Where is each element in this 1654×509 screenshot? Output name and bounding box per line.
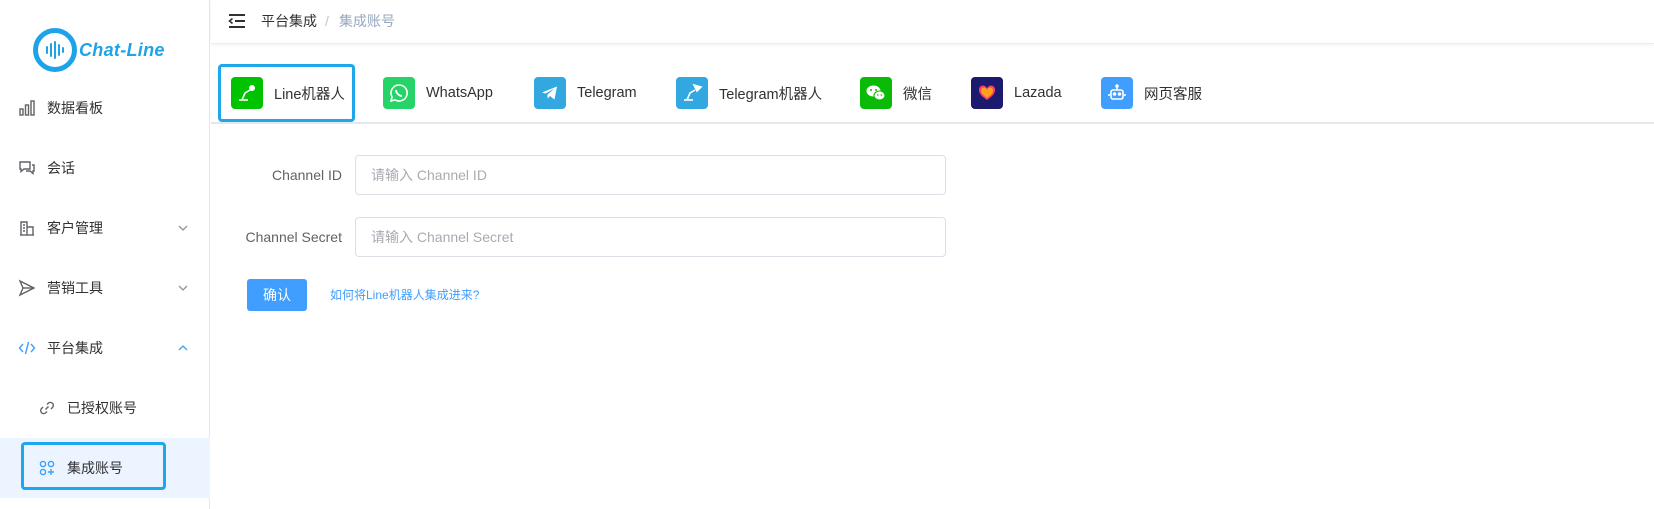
logo-text: Chat-Line	[79, 39, 165, 60]
apps-add-icon	[39, 460, 55, 476]
breadcrumb-separator: /	[325, 13, 329, 29]
sidebar-item-label: 会话	[47, 160, 75, 176]
whatsapp-icon	[383, 77, 415, 109]
sidebar-item-dashboard[interactable]: 数据看板	[0, 78, 210, 138]
logo-mark-icon	[33, 28, 77, 72]
sidebar: Chat-Line 数据看板 会话 客户管理 营销工具 平台集成 已授权账号 集…	[0, 0, 210, 509]
menu-fold-icon[interactable]	[228, 13, 246, 29]
sidebar-item-integrated-accounts[interactable]: 集成账号	[0, 438, 210, 498]
tab-line-bot[interactable]: Line机器人	[218, 64, 355, 122]
bar-chart-icon	[19, 100, 35, 116]
sidebar-item-label: 已授权账号	[67, 400, 137, 416]
send-icon	[18, 279, 36, 297]
line-bot-icon	[231, 77, 263, 109]
wechat-icon	[860, 77, 892, 109]
top-header: 平台集成 / 集成账号	[211, 0, 1654, 44]
app-logo[interactable]: Chat-Line	[33, 28, 165, 72]
sidebar-item-platform-integration[interactable]: 平台集成	[0, 318, 210, 378]
building-icon	[20, 221, 34, 236]
lazada-icon	[971, 77, 1003, 109]
chevron-down-icon	[178, 225, 188, 231]
channel-id-label: Channel ID	[271, 167, 342, 183]
tab-telegram-bot[interactable]: Telegram机器人	[676, 64, 822, 122]
tab-web-service[interactable]: 网页客服	[1101, 64, 1202, 122]
tab-whatsapp[interactable]: WhatsApp	[383, 64, 493, 122]
help-link[interactable]: 如何将Line机器人集成进来?	[330, 287, 479, 303]
channel-secret-input[interactable]	[355, 217, 946, 257]
chevron-down-icon	[178, 285, 188, 291]
breadcrumb-item[interactable]: 平台集成	[261, 12, 317, 30]
tab-label: Line机器人	[274, 86, 345, 103]
breadcrumb-current: 集成账号	[339, 13, 395, 29]
sidebar-item-label: 集成账号	[67, 460, 123, 476]
platform-tabs: Line机器人 WhatsApp Telegram Telegram机器人 微信…	[211, 64, 1654, 124]
tab-lazada[interactable]: Lazada	[971, 64, 1062, 122]
tab-wechat[interactable]: 微信	[860, 64, 932, 122]
sidebar-item-label: 平台集成	[47, 340, 103, 356]
tab-telegram[interactable]: Telegram	[534, 64, 637, 122]
sidebar-item-label: 营销工具	[47, 280, 103, 296]
tab-label: Lazada	[1014, 85, 1062, 101]
tab-label: 网页客服	[1144, 86, 1202, 103]
tab-label: Telegram机器人	[719, 86, 823, 103]
tab-label: WhatsApp	[426, 85, 493, 101]
channel-secret-label: Channel Secret	[245, 229, 342, 245]
chevron-up-icon	[178, 345, 188, 351]
code-icon	[18, 341, 36, 355]
confirm-button[interactable]: 确认	[247, 279, 307, 311]
sidebar-item-label: 客户管理	[47, 220, 103, 236]
telegram-icon	[534, 77, 566, 109]
sidebar-item-conversations[interactable]: 会话	[0, 138, 210, 198]
sidebar-item-customers[interactable]: 客户管理	[0, 198, 210, 258]
telegram-bot-icon	[676, 77, 708, 109]
sidebar-item-authorized-accounts[interactable]: 已授权账号	[0, 378, 210, 438]
link-icon	[40, 401, 54, 415]
chat-bubbles-icon	[19, 161, 35, 175]
robot-icon	[1101, 77, 1133, 109]
tab-label: 微信	[903, 86, 932, 103]
tab-label: Telegram	[577, 85, 637, 101]
channel-id-input[interactable]	[355, 155, 946, 195]
sidebar-item-marketing[interactable]: 营销工具	[0, 258, 210, 318]
sidebar-item-label: 数据看板	[47, 100, 103, 116]
